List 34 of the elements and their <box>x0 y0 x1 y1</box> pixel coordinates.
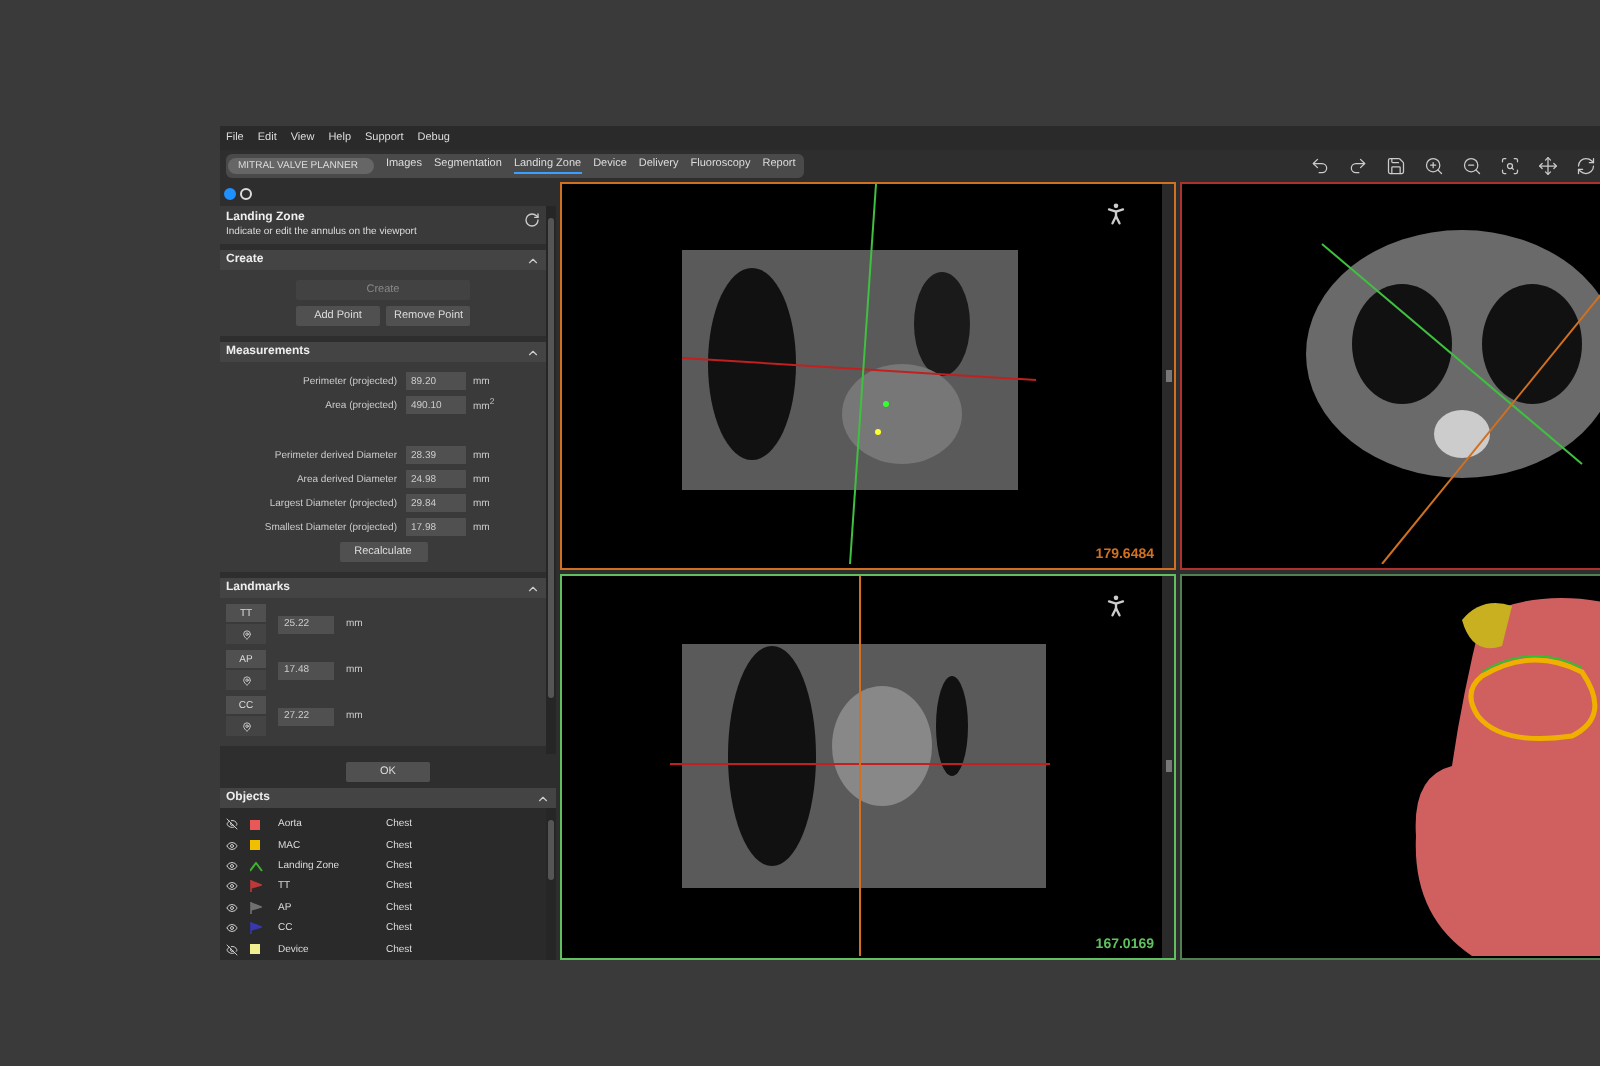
refresh-icon[interactable] <box>524 212 540 228</box>
move-icon[interactable] <box>1538 156 1558 176</box>
pin-button[interactable] <box>226 716 266 736</box>
body-orientation-icon <box>1102 591 1130 619</box>
eye-icon[interactable] <box>226 839 238 852</box>
eye-icon[interactable] <box>226 922 238 935</box>
eye-off-icon[interactable] <box>226 943 238 956</box>
scrollbar[interactable] <box>546 206 556 754</box>
undo-icon[interactable] <box>1310 156 1330 176</box>
eye-off-icon[interactable] <box>226 818 238 831</box>
chevron-icon[interactable] <box>526 345 540 359</box>
slice-scrollbar[interactable] <box>1162 575 1174 958</box>
viewport[interactable] <box>1180 573 1600 960</box>
pin-icon <box>241 675 251 685</box>
zoom-in-icon[interactable] <box>1424 156 1444 176</box>
eye-icon[interactable] <box>226 880 238 893</box>
scrollbar[interactable] <box>546 808 556 960</box>
rotate-icon[interactable] <box>1576 156 1596 176</box>
body-orientation-icon <box>1102 200 1130 228</box>
step-dot[interactable] <box>224 188 236 200</box>
eye-icon[interactable] <box>226 901 238 914</box>
pin-button[interactable] <box>226 670 266 690</box>
eye-icon[interactable] <box>226 860 238 873</box>
pin-icon <box>241 721 251 731</box>
pin-button[interactable] <box>226 624 266 644</box>
pin-icon <box>241 629 251 639</box>
fit-view-icon[interactable] <box>1500 156 1520 176</box>
slice-scrollbar[interactable] <box>1162 184 1174 567</box>
chevron-icon[interactable] <box>536 791 550 805</box>
redo-icon[interactable] <box>1348 156 1368 176</box>
save-icon[interactable] <box>1386 156 1406 176</box>
chevron-icon[interactable] <box>526 581 540 595</box>
chevron-icon[interactable] <box>526 253 540 267</box>
zoom-out-icon[interactable] <box>1462 156 1482 176</box>
